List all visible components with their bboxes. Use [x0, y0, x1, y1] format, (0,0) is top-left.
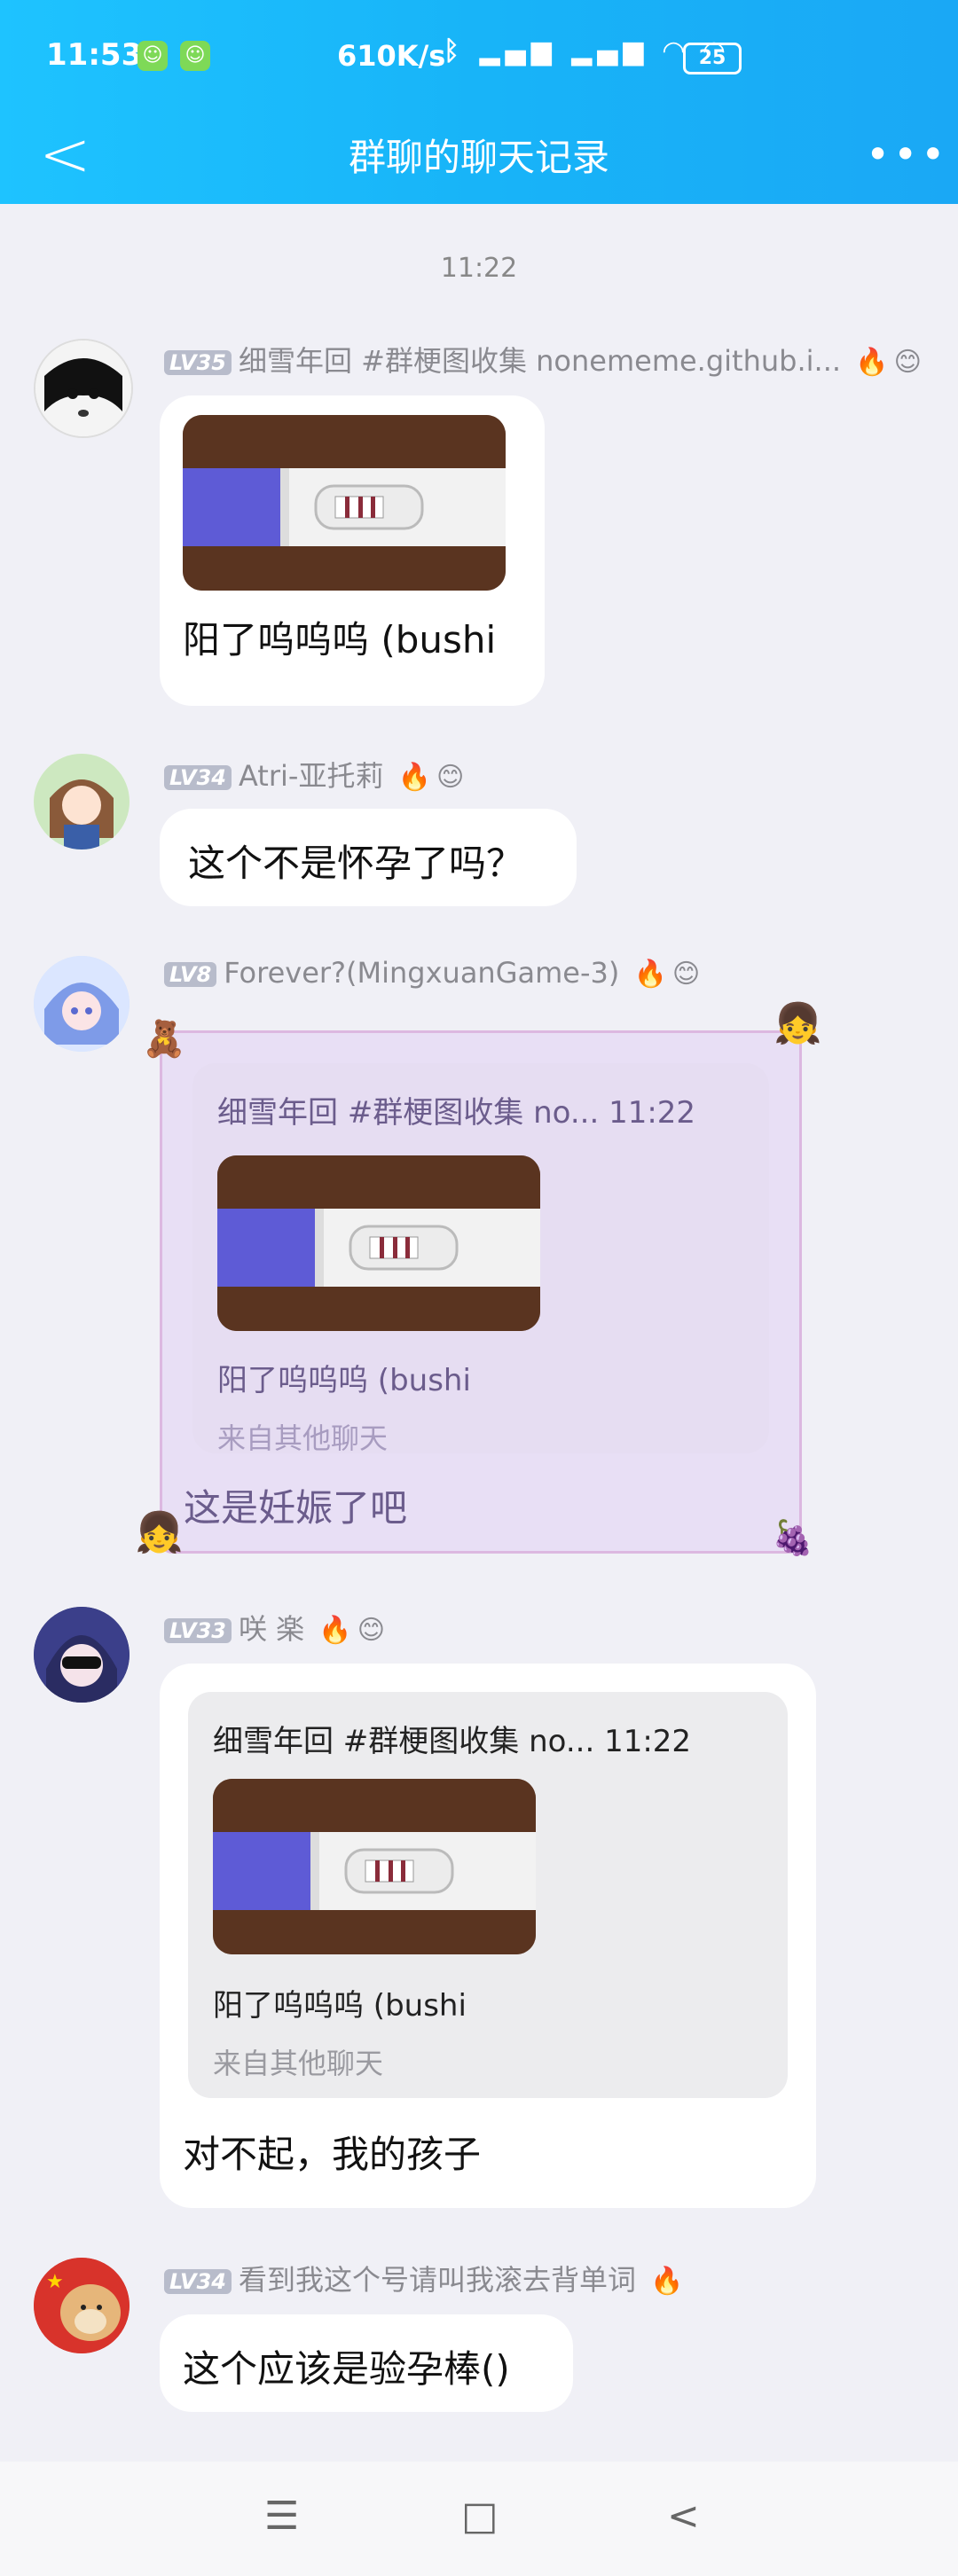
emoji-badge-icon: 😊 [436, 762, 465, 793]
status-bar: 11:53 ☺ ☺ 610K/s ᛒ ▂▄▆ ▂▄▆ ◠ ◠ 25 [0, 0, 958, 112]
header: 11:53 ☺ ☺ 610K/s ᛒ ▂▄▆ ▂▄▆ ◠ ◠ 25 < 群聊的聊… [0, 0, 958, 204]
avatar-hooded-sunglasses [34, 1607, 130, 1703]
nav-bar: < 群聊的聊天记录 ••• [0, 112, 958, 204]
avatar[interactable] [34, 339, 133, 438]
fire-icon: 🔥 [650, 2266, 684, 2297]
emoji-badge-icon: 😊 [357, 1615, 385, 1646]
sender-meta: LV8 Forever?(MingxuanGame-3) 🔥 😊 [164, 956, 700, 990]
app-notification-icon: ☺ [137, 41, 168, 71]
cellular-signal-icon: ▂▄▆ [571, 35, 649, 67]
avatar[interactable]: ★ [34, 2258, 130, 2353]
system-nav-bar: ☰ □ < [0, 2462, 958, 2576]
level-badge: LV34 [164, 2269, 232, 2294]
sender-name[interactable]: 细雪年回 #群梗图收集 nonememe.github.i... [239, 344, 841, 378]
pregnancy-test-image-svg [183, 415, 506, 591]
quoted-message[interactable]: 细雪年回 #群梗图收集 no... 11:22 阳了呜呜呜 (bushi 来自其… [188, 1692, 788, 2098]
avatar-anime-girl [35, 341, 131, 436]
bubble-decoration-icon: 🧸 [142, 1019, 186, 1060]
level-badge: LV34 [164, 765, 232, 790]
home-icon[interactable]: □ [461, 2494, 499, 2539]
bubble-decoration-icon: 👧 [135, 1510, 184, 1555]
pregnancy-test-image[interactable] [183, 415, 506, 591]
avatar-atri [34, 754, 130, 850]
back-icon[interactable]: < [667, 2494, 700, 2539]
quote-text: 阳了呜呜呜 (bushi [217, 1363, 471, 1398]
emoji-badge-icon: 😊 [893, 347, 922, 378]
sender-meta: LV35 细雪年回 #群梗图收集 nonememe.github.i... 🔥 😊 [164, 339, 922, 380]
avatar-doge-flag: ★ [34, 2258, 130, 2353]
status-time: 11:53 [46, 37, 143, 73]
quote-text: 阳了呜呜呜 (bushi [213, 1988, 467, 2024]
menu-icon[interactable]: ☰ [264, 2494, 299, 2539]
svg-text:★: ★ [46, 2271, 64, 2293]
sender-meta: LV33 咲 楽 🔥 😊 [164, 1607, 385, 1648]
message-text: 阳了呜呜呜 (bushi [183, 618, 497, 662]
message-text: 这个应该是验孕棒() [183, 2347, 510, 2391]
sender-meta: LV34 看到我这个号请叫我滚去背单词 🔥 [164, 2258, 684, 2298]
avatar[interactable] [34, 956, 130, 1052]
sender-name[interactable]: 咲 楽 [239, 1612, 304, 1646]
quote-header: 细雪年回 #群梗图收集 no... 11:22 [213, 1724, 692, 1759]
bubble-decoration-icon: 🍇 [772, 1518, 814, 1557]
emoji-badge-icon: 😊 [671, 959, 701, 990]
quoted-image-svg [217, 1155, 540, 1331]
network-speed: 610K/s [337, 39, 446, 73]
avatar[interactable] [34, 754, 130, 850]
level-badge: LV33 [164, 1618, 232, 1643]
bubble-decoration-icon: 👧 [773, 1001, 822, 1046]
quote-header: 细雪年回 #群梗图收集 no... 11:22 [217, 1095, 696, 1131]
quoted-image[interactable] [217, 1155, 540, 1331]
message-bubble[interactable]: 这个不是怀孕了吗？ [160, 809, 577, 906]
quoted-image-svg [213, 1779, 536, 1954]
sender-meta: LV34 Atri-亚托莉 🔥 😊 [164, 754, 464, 795]
level-badge: LV8 [164, 962, 217, 987]
quote-source: 来自其他聊天 [213, 2047, 384, 2080]
bluetooth-icon: ᛒ [444, 35, 465, 67]
quote-source: 来自其他聊天 [217, 1421, 389, 1455]
themed-message-bubble[interactable]: 细雪年回 #群梗图收集 no... 11:22 阳了呜呜呜 (bushi 来自其… [160, 1030, 802, 1554]
fire-icon: 🔥 [855, 347, 889, 378]
quoted-message[interactable]: 细雪年回 #群梗图收集 no... 11:22 阳了呜呜呜 (bushi 来自其… [192, 1063, 769, 1455]
fire-icon: 🔥 [318, 1615, 352, 1646]
battery-icon: 25 [683, 43, 742, 74]
timestamp: 11:22 [440, 253, 518, 284]
fire-icon: 🔥 [397, 762, 431, 793]
message-text: 这是妊娠了吧 [184, 1486, 408, 1530]
message-bubble[interactable]: 这个应该是验孕棒() [160, 2314, 573, 2412]
sender-name[interactable]: 看到我这个号请叫我滚去背单词 [239, 2263, 636, 2297]
fire-icon: 🔥 [633, 959, 667, 990]
sender-name[interactable]: Atri-亚托莉 [239, 759, 383, 793]
quoted-image[interactable] [213, 1779, 536, 1954]
cellular-signal-icon: ▂▄▆ [479, 35, 557, 67]
message-text: 这个不是怀孕了吗？ [188, 842, 524, 885]
more-button[interactable]: ••• [866, 119, 948, 190]
message-text: 对不起，我的孩子 [183, 2133, 482, 2176]
level-badge: LV35 [164, 350, 232, 375]
avatar-blue-hair-girl [34, 956, 130, 1052]
page-title: 群聊的聊天记录 [348, 136, 609, 179]
message-bubble[interactable]: 阳了呜呜呜 (bushi [160, 395, 545, 706]
app-notification-icon: ☺ [180, 41, 210, 71]
message-bubble[interactable]: 细雪年回 #群梗图收集 no... 11:22 阳了呜呜呜 (bushi 来自其… [160, 1664, 816, 2208]
sender-name[interactable]: Forever?(MingxuanGame-3) [224, 956, 619, 990]
avatar[interactable] [34, 1607, 130, 1703]
